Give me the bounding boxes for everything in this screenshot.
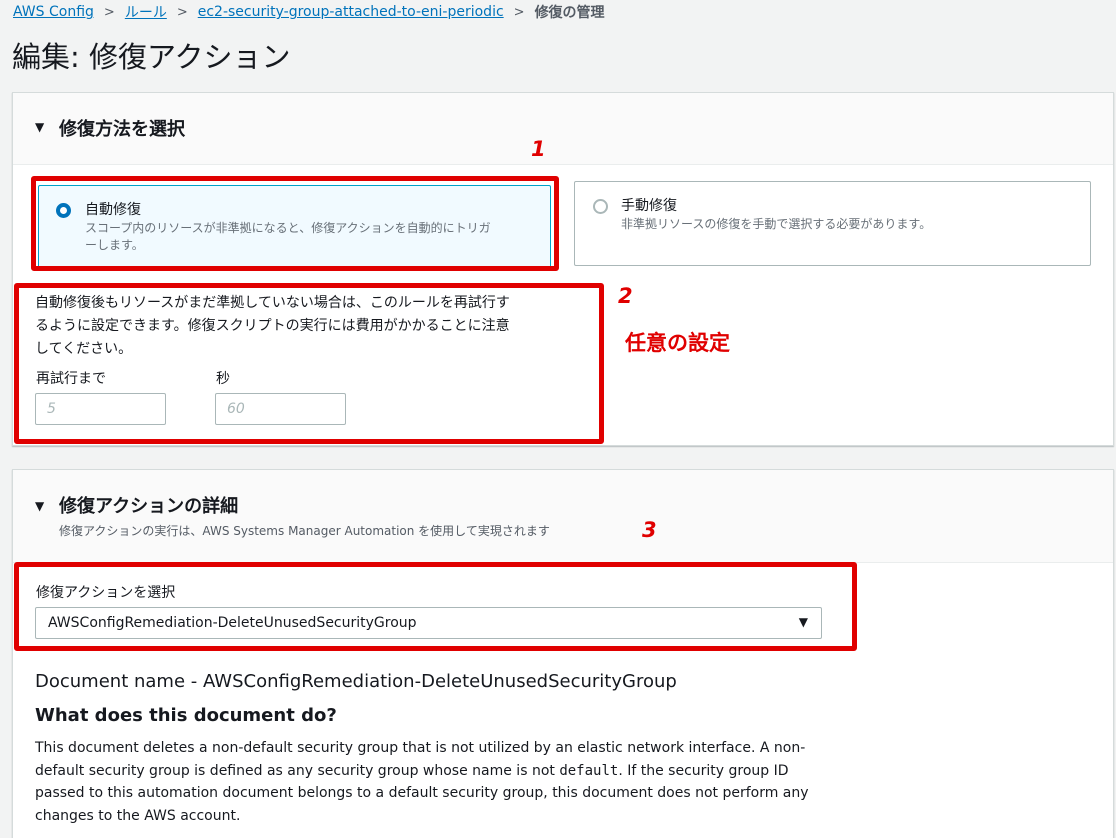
breadcrumb-current: 修復の管理 bbox=[534, 5, 605, 21]
remediation-method-header[interactable]: ▼ 修復方法を選択 bbox=[13, 93, 1113, 165]
auto-remediation-desc-line2: ーします。 bbox=[85, 238, 144, 252]
remediation-action-select[interactable]: AWSConfigRemediation-DeleteUnusedSecurit… bbox=[35, 607, 822, 639]
annotation-number-3: 3 bbox=[642, 518, 657, 542]
document-description: This document deletes a non-default secu… bbox=[35, 737, 825, 827]
auto-remediation-desc-line1: スコープ内のリソースが非準拠になると、修復アクションを自動的にトリガ bbox=[85, 221, 491, 235]
seconds-input[interactable] bbox=[215, 393, 346, 425]
breadcrumb: AWS Config > ルール > ec2-security-group-at… bbox=[13, 2, 605, 22]
auto-remediation-tile[interactable]: 自動修復 スコープ内のリソースが非準拠になると、修復アクションを自動的にトリガ … bbox=[38, 185, 551, 269]
auto-remediation-desc: スコープ内のリソースが非準拠になると、修復アクションを自動的にトリガ ーします。 bbox=[85, 220, 491, 254]
manual-remediation-desc: 非準拠リソースの修復を手動で選択する必要があります。 bbox=[621, 217, 932, 231]
breadcrumb-link-aws-config[interactable]: AWS Config bbox=[13, 4, 94, 20]
annotation-optional-note: 任意の設定 bbox=[625, 331, 730, 355]
chevron-right-icon: > bbox=[103, 4, 115, 20]
remediation-details-title: 修復アクションの詳細 bbox=[59, 496, 239, 517]
caret-down-icon[interactable]: ▼ bbox=[35, 120, 44, 134]
retry-description-line3: してください。 bbox=[35, 341, 133, 357]
manual-remediation-radio[interactable] bbox=[593, 199, 608, 214]
document-description-code: default bbox=[559, 762, 619, 779]
caret-down-icon: ▼ bbox=[798, 615, 808, 629]
document-what-heading: What does this document do? bbox=[35, 705, 337, 726]
remediation-method-title: 修復方法を選択 bbox=[59, 119, 185, 140]
annotation-number-2: 2 bbox=[618, 284, 633, 308]
chevron-right-icon: > bbox=[513, 4, 525, 20]
manual-remediation-title: 手動修復 bbox=[621, 198, 677, 214]
seconds-label: 秒 bbox=[216, 371, 230, 387]
retry-description-line2: るように設定できます。修復スクリプトの実行には費用がかかることに注意 bbox=[35, 318, 510, 334]
annotation-number-1: 1 bbox=[531, 137, 546, 161]
breadcrumb-link-rules[interactable]: ルール bbox=[125, 2, 167, 22]
retry-description-line1: 自動修復後もリソースがまだ準拠していない場合は、このルールを再試行す bbox=[35, 295, 510, 311]
document-name: Document name - AWSConfigRemediation-Del… bbox=[35, 671, 677, 692]
breadcrumb-link-rule-name[interactable]: ec2-security-group-attached-to-eni-perio… bbox=[198, 4, 504, 20]
caret-down-icon[interactable]: ▼ bbox=[35, 499, 44, 513]
auto-remediation-title: 自動修復 bbox=[85, 202, 141, 218]
auto-remediation-radio[interactable] bbox=[56, 203, 71, 218]
remediation-method-panel: ▼ 修復方法を選択 自動修復 スコープ内のリソースが非準拠になると、修復アクショ… bbox=[12, 92, 1114, 446]
chevron-right-icon: > bbox=[176, 4, 188, 20]
page-title: 編集: 修復アクション bbox=[12, 40, 291, 74]
remediation-details-subtitle: 修復アクションの実行は、AWS Systems Manager Automati… bbox=[59, 524, 550, 538]
remediation-details-header[interactable]: ▼ 修復アクションの詳細 修復アクションの実行は、AWS Systems Man… bbox=[13, 470, 1113, 563]
manual-remediation-tile[interactable]: 手動修復 非準拠リソースの修復を手動で選択する必要があります。 bbox=[574, 181, 1091, 266]
retries-input[interactable] bbox=[35, 393, 166, 425]
select-action-label: 修復アクションを選択 bbox=[36, 585, 176, 601]
remediation-action-select-value: AWSConfigRemediation-DeleteUnusedSecurit… bbox=[48, 615, 417, 631]
retry-description: 自動修復後もリソースがまだ準拠していない場合は、このルールを再試行す るように設… bbox=[35, 292, 595, 361]
retries-label: 再試行まで bbox=[36, 371, 106, 387]
